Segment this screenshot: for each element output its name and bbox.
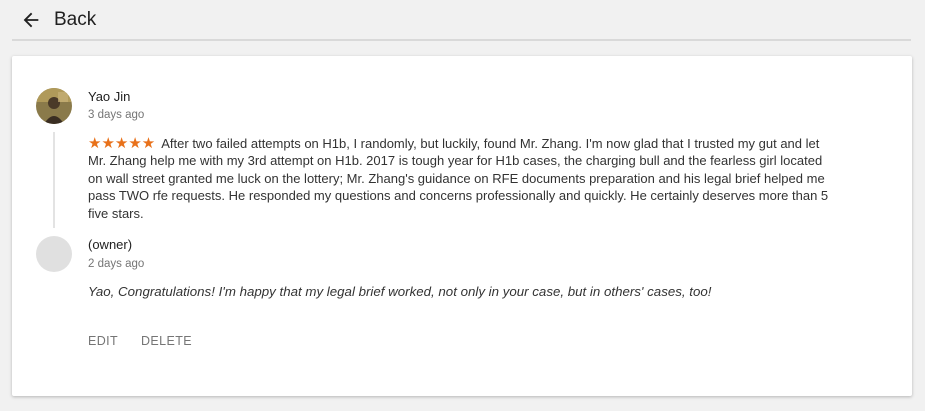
delete-button[interactable]: DELETE bbox=[141, 334, 192, 348]
thread-line bbox=[53, 132, 55, 228]
reply-timestamp: 2 days ago bbox=[88, 258, 145, 270]
reviewer-photo bbox=[36, 88, 72, 124]
divider bbox=[12, 39, 911, 41]
back-button[interactable]: Back bbox=[20, 5, 96, 35]
reviewer-name[interactable]: Yao Jin bbox=[88, 89, 130, 104]
owner-name: (owner) bbox=[88, 237, 133, 252]
back-label: Back bbox=[54, 9, 97, 30]
review-text: After two failed attempts on H1b, I rand… bbox=[88, 136, 829, 221]
reviewer-avatar[interactable] bbox=[36, 88, 72, 124]
owner-avatar bbox=[36, 236, 72, 272]
top-bar: Back bbox=[0, 0, 925, 41]
review-card: Yao Jin 3 days ago ★★★★★ After two failed… bbox=[12, 56, 912, 396]
reply-text: Yao, Congratulations! I'm happy that my … bbox=[88, 284, 712, 299]
edit-button[interactable]: EDIT bbox=[88, 334, 118, 348]
star-rating: ★★★★★ bbox=[88, 135, 156, 152]
arrow-left-icon bbox=[23, 12, 39, 28]
review-timestamp: 3 days ago bbox=[88, 109, 145, 121]
review-body: ★★★★★ After two failed attempts on H1b, I… bbox=[88, 135, 838, 222]
